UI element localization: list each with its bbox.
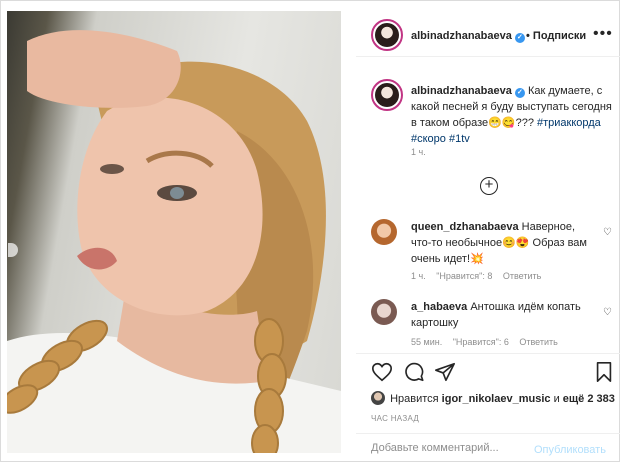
following-label: Подписки — [532, 30, 587, 42]
comment-text: a_habaeva Антошка идём копать картошку — [411, 299, 591, 331]
comment-input[interactable] — [371, 442, 521, 454]
comment-meta: 55 мин. "Нравится": 6 Ответить — [411, 337, 566, 347]
commenter-avatar[interactable] — [371, 299, 397, 325]
verified-badge-icon: ✓ — [514, 33, 525, 43]
comment-meta: 1 ч. "Нравится": 8 Ответить — [411, 271, 549, 281]
bookmark-icon[interactable] — [593, 361, 615, 383]
comment-heart-icon[interactable]: ♡ — [603, 307, 612, 318]
comment-time[interactable]: 1 ч. — [411, 271, 426, 281]
comment-username[interactable]: a_habaeva — [411, 301, 467, 313]
post-container: albinadzhanabaeva ✓ • Подписки ••• albina… — [0, 0, 620, 462]
likes-prefix: Нравится — [390, 393, 439, 405]
plus-circle-icon[interactable]: + — [480, 177, 498, 195]
likes-summary: Нравится igor_nikolaev_music и ещё 2 383 — [371, 391, 620, 405]
verified-badge-icon: ✓ — [514, 88, 525, 98]
caption-username[interactable]: albinadzhanabaeva ✓ — [411, 85, 525, 98]
reply-button[interactable]: Ответить — [519, 337, 557, 347]
reply-button[interactable]: Ответить — [503, 271, 541, 281]
paper-plane-icon[interactable] — [434, 361, 456, 383]
hashtag-link[interactable]: #1tv — [449, 133, 470, 145]
portrait-illustration — [7, 30, 341, 453]
separator-dot: • — [526, 30, 530, 42]
comment-text: queen_dzhanabaeva Наверное, что-то необы… — [411, 219, 591, 267]
more-options-icon[interactable]: ••• — [593, 25, 613, 43]
comment-likes[interactable]: "Нравится": 6 — [453, 337, 509, 347]
publish-button[interactable]: Опубликовать — [534, 444, 606, 456]
comment-time[interactable]: 55 мин. — [411, 337, 442, 347]
following-button[interactable]: • Подписки — [526, 30, 586, 42]
caption-text: albinadzhanabaeva ✓ Как думаете, с какой … — [411, 83, 616, 147]
likes-and: и — [553, 393, 560, 405]
hashtag-link[interactable]: #триаккорда — [537, 117, 601, 129]
comment-icon[interactable] — [403, 361, 425, 383]
hashtag-link[interactable]: #скоро — [411, 133, 446, 145]
caption-time[interactable]: 1 ч. — [411, 147, 426, 157]
actions-divider — [356, 353, 620, 354]
comment-likes[interactable]: "Нравится": 8 — [436, 271, 492, 281]
comment-form: Опубликовать — [356, 433, 620, 462]
post-timestamp[interactable]: ЧАС НАЗАД — [371, 414, 419, 423]
liker-username[interactable]: igor_nikolaev_music — [442, 393, 551, 405]
author-username[interactable]: albinadzhanabaeva ✓ — [411, 30, 525, 43]
post-header: albinadzhanabaeva ✓ • Подписки ••• — [356, 11, 620, 57]
liker-avatar[interactable] — [371, 391, 385, 405]
author-avatar[interactable] — [371, 19, 403, 51]
post-actions — [371, 361, 616, 385]
comment-username[interactable]: queen_dzhanabaeva — [411, 221, 519, 233]
caption-avatar[interactable] — [371, 79, 403, 111]
caption-question-marks: ??? — [515, 117, 534, 129]
heart-icon[interactable] — [371, 361, 393, 383]
comment-heart-icon[interactable]: ♡ — [603, 227, 612, 238]
post-sidebar: albinadzhanabaeva ✓ • Подписки ••• albina… — [356, 1, 620, 462]
post-photo[interactable] — [7, 11, 341, 453]
commenter-avatar[interactable] — [371, 219, 397, 245]
caption-emoji: 😁😋 — [488, 117, 516, 129]
likes-count-link[interactable]: ещё 2 383 — [563, 393, 615, 405]
